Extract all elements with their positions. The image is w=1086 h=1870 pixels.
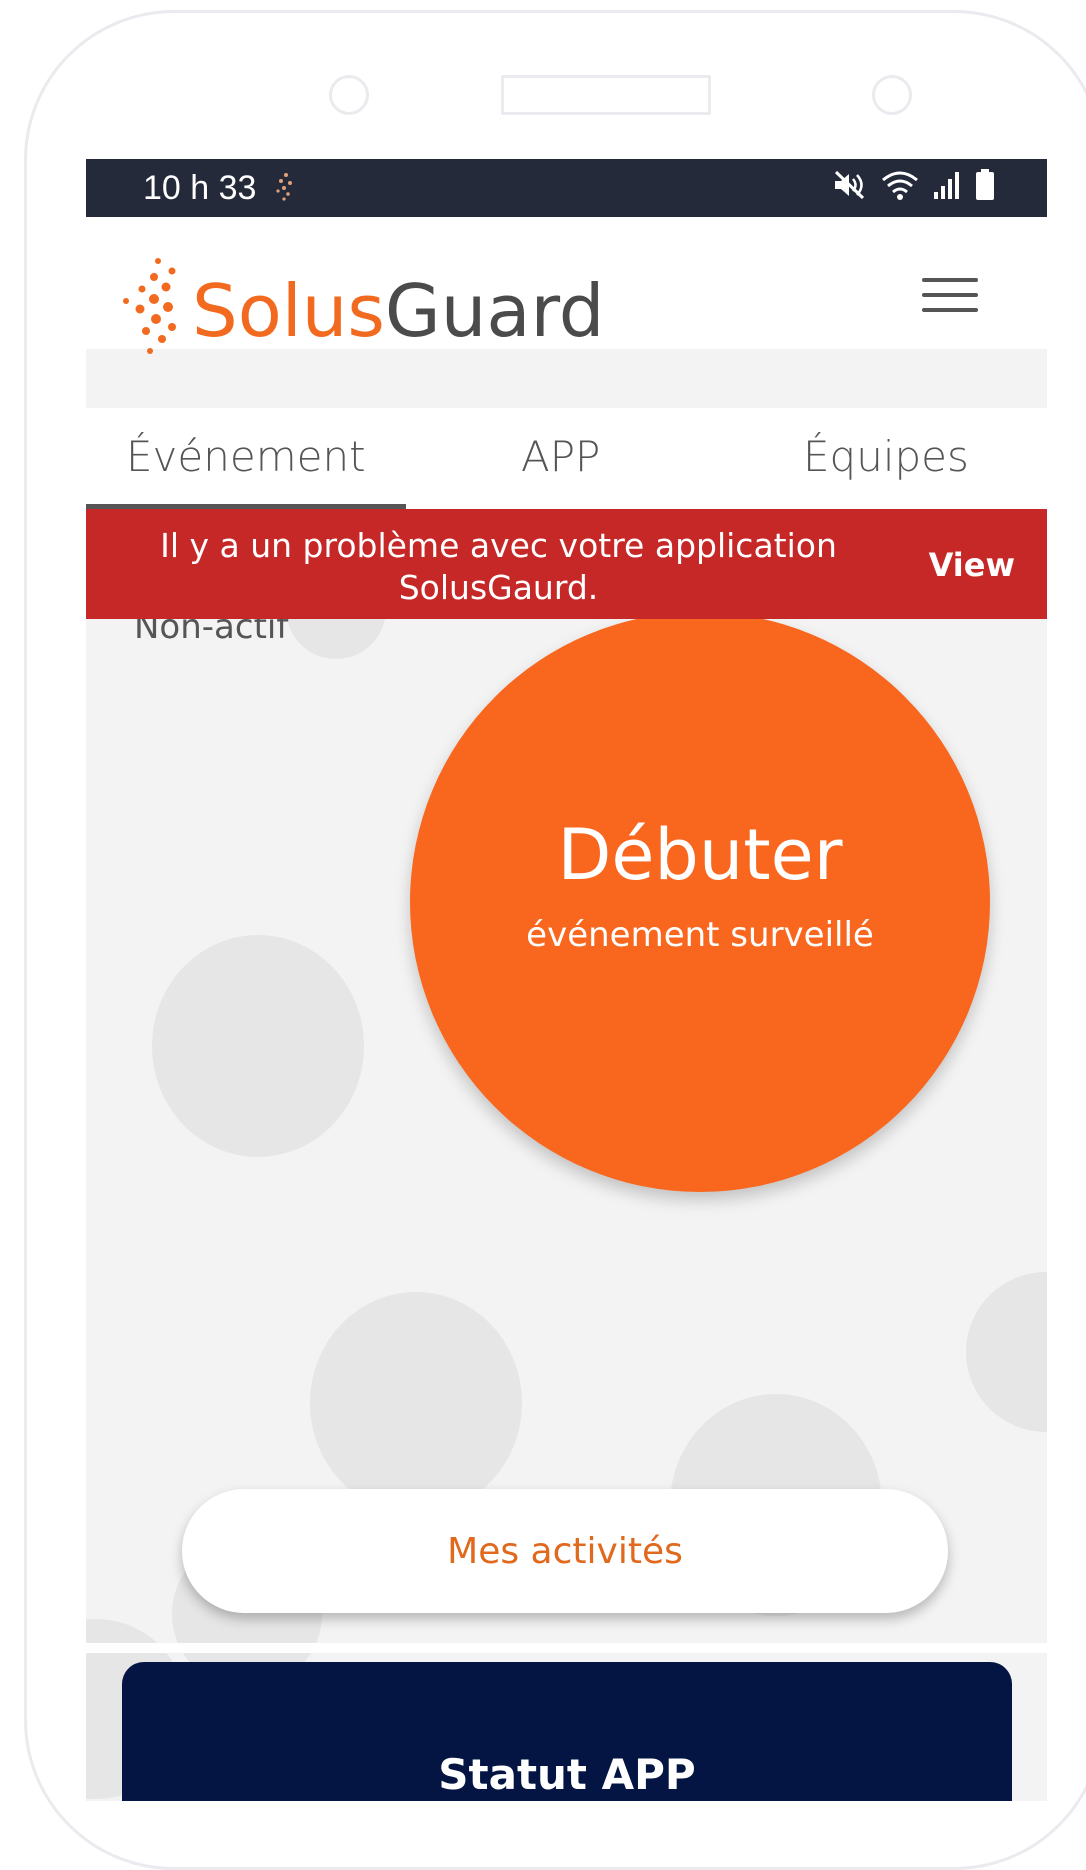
- brand-name-guard: Guard: [384, 269, 605, 353]
- start-event-button[interactable]: Débuter événement surveillé: [410, 612, 990, 1192]
- app-status-panel: Statut APP: [122, 1662, 1012, 1801]
- my-activities-button[interactable]: Mes activités: [182, 1489, 948, 1613]
- wifi-icon: [881, 169, 919, 205]
- status-time: 10 h 33: [143, 169, 257, 207]
- background-bubble: [310, 1292, 522, 1514]
- background-bubble: [152, 935, 364, 1157]
- battery-icon: [975, 169, 995, 205]
- mute-icon: [833, 169, 867, 205]
- alert-view-button[interactable]: View: [929, 546, 1015, 584]
- tab-app[interactable]: APP: [521, 432, 600, 481]
- my-activities-label: Mes activités: [447, 1531, 683, 1572]
- hamburger-menu-icon[interactable]: [922, 278, 978, 318]
- brand-name-solus: Solus: [192, 269, 385, 353]
- proximity-sensor: [872, 75, 912, 115]
- status-icons: [833, 169, 995, 205]
- start-event-title: Débuter: [557, 814, 843, 896]
- section-divider: [86, 1643, 1047, 1653]
- tab-evenement[interactable]: Événement: [126, 432, 366, 481]
- front-camera: [329, 75, 369, 115]
- app-screen: 10 h 33 SolusGuard Événement APP Équipes…: [86, 159, 1047, 1801]
- alert-message: Il y a un problème avec votre applicatio…: [160, 526, 837, 607]
- earpiece-speaker: [501, 75, 711, 115]
- status-bar: 10 h 33: [86, 159, 1047, 217]
- activity-dots-icon: [274, 171, 298, 205]
- tab-bar: Événement APP Équipes: [86, 408, 1047, 509]
- app-status-title: Statut APP: [438, 1750, 696, 1799]
- event-content: Non-actif Débuter événement surveillé Me…: [86, 559, 1047, 1801]
- background-bubble: [966, 1272, 1047, 1432]
- tab-equipes[interactable]: Équipes: [803, 432, 969, 481]
- app-header: SolusGuard: [86, 217, 1047, 354]
- start-event-subtitle: événement surveillé: [526, 915, 874, 955]
- error-alert-banner: Il y a un problème avec votre applicatio…: [86, 509, 1047, 619]
- solusguard-logo-icon: [118, 255, 194, 369]
- brand-name: SolusGuard: [192, 275, 605, 347]
- signal-icon: [933, 170, 961, 204]
